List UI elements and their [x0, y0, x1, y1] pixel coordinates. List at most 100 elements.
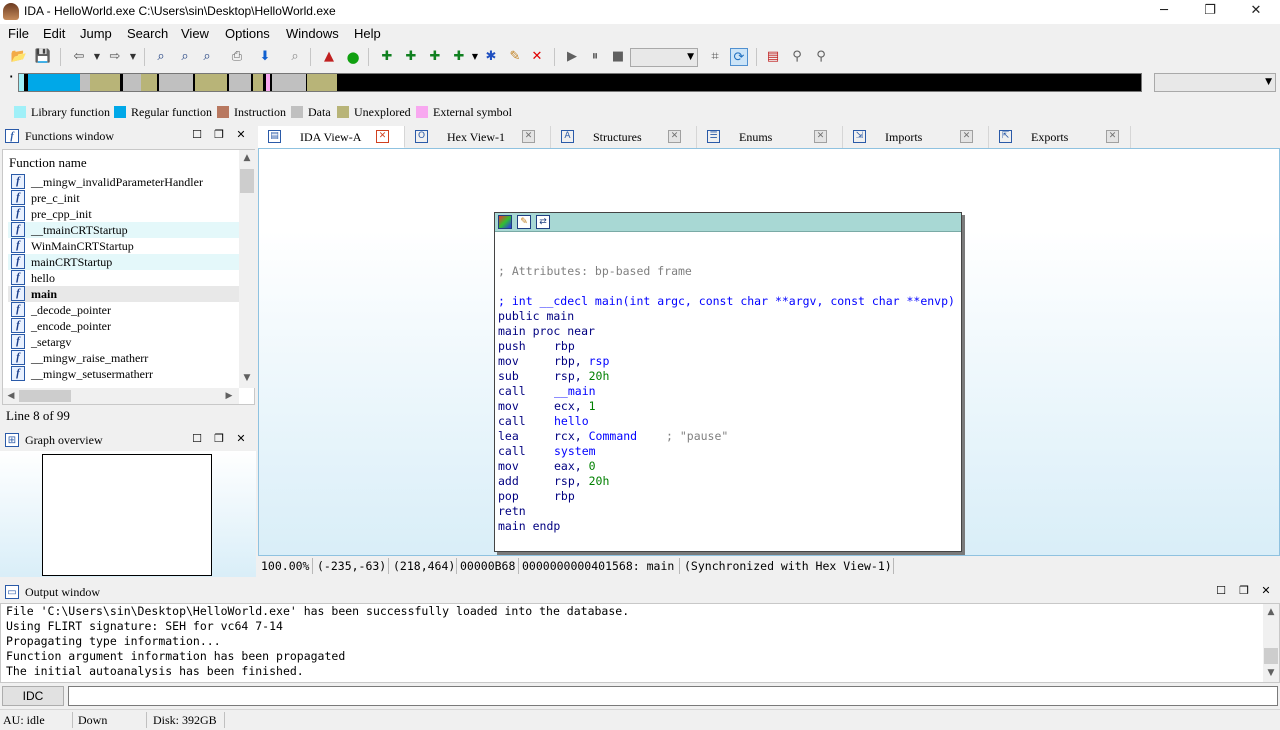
open-icon[interactable]: 📂 [10, 48, 28, 66]
scroll-thumb[interactable] [19, 390, 71, 402]
node-group-icon[interactable]: ⇄ [536, 215, 550, 229]
run-analysis-icon[interactable]: ● [344, 48, 362, 66]
output-vertical-scrollbar[interactable]: ▲ ▼ [1263, 604, 1279, 682]
edit-icon[interactable]: ✎ [506, 48, 524, 66]
jump-down-icon[interactable]: ⬇ [256, 48, 274, 66]
function-row[interactable]: f __mingw_raise_matherr [8, 350, 240, 366]
function-row[interactable]: f pre_cpp_init [8, 206, 240, 222]
close-panel-icon[interactable]: ✕ [234, 128, 248, 142]
close-tab-icon[interactable]: ✕ [376, 130, 389, 143]
maximize-panel-icon[interactable]: ☐ [1214, 584, 1228, 598]
breakpoint-list-icon[interactable]: ▤ [764, 48, 782, 66]
sync-icon[interactable]: ⟳ [730, 48, 748, 66]
scroll-down-icon[interactable]: ▼ [239, 373, 255, 383]
instruction-line[interactable]: pop rbp [495, 489, 955, 504]
instruction-line[interactable]: mov rbp, rsp [495, 354, 955, 369]
save-icon[interactable]: 💾 [34, 48, 52, 66]
function-row[interactable]: f mainCRTStartup [8, 254, 240, 270]
function-row[interactable]: f pre_c_init [8, 190, 240, 206]
flow-chart-icon[interactable]: ▲ [320, 48, 338, 66]
back-icon[interactable]: ⇦ [70, 48, 88, 66]
idc-language-button[interactable]: IDC [2, 686, 64, 706]
proc-directive[interactable]: main proc near [498, 324, 595, 339]
close-tab-icon[interactable]: ✕ [1106, 130, 1119, 143]
function-row[interactable]: f _decode_pointer [8, 302, 240, 318]
instruction-line[interactable]: mov ecx, 1 [495, 399, 955, 414]
function-signature[interactable]: ; int __cdecl main(int argc, const char … [498, 294, 955, 309]
function-row[interactable]: f _encode_pointer [8, 318, 240, 334]
restore-button[interactable]: ❐ [1187, 0, 1233, 24]
attach-process-icon[interactable]: ⌗ [706, 48, 724, 66]
maximize-panel-icon[interactable]: ☐ [190, 128, 204, 142]
endp-directive[interactable]: main endp [498, 519, 560, 534]
menu-view[interactable]: View [181, 26, 209, 41]
print-icon[interactable]: ⎙ [228, 48, 246, 66]
tab-structures[interactable]: A Structures ✕ [551, 126, 697, 148]
public-directive[interactable]: public main [498, 309, 574, 324]
float-panel-icon[interactable]: ❐ [212, 128, 226, 142]
function-row[interactable]: f __mingw_invalidParameterHandler [8, 174, 240, 190]
search-immediate-icon[interactable]: ⌕ [198, 48, 216, 66]
debug-pause-icon[interactable]: ⏸ [586, 48, 604, 66]
add-breakpoint-icon[interactable]: ⚲ [788, 48, 806, 66]
maximize-panel-icon[interactable]: ☐ [190, 432, 204, 446]
functions-vertical-scrollbar[interactable]: ▲ ▼ [239, 150, 255, 388]
menu-help[interactable]: Help [354, 26, 381, 41]
delete-icon[interactable]: ✕ [528, 48, 546, 66]
scroll-left-icon[interactable]: ◀ [3, 391, 19, 401]
instruction-line[interactable]: call hello [495, 414, 955, 429]
function-row[interactable]: f hello [8, 270, 240, 286]
close-tab-icon[interactable]: ✕ [668, 130, 681, 143]
float-panel-icon[interactable]: ❐ [1237, 584, 1251, 598]
scroll-right-icon[interactable]: ▶ [221, 391, 237, 401]
debug-stop-icon[interactable]: ■ [609, 48, 627, 66]
tab-exports[interactable]: ⇱ Exports ✕ [989, 126, 1131, 148]
find-disabled-icon[interactable]: ⌕ [286, 48, 304, 66]
instruction-line[interactable]: mov eax, 0 [495, 459, 955, 474]
minimize-button[interactable]: ─ [1141, 0, 1187, 24]
search-binary-icon[interactable]: ⌕ [152, 48, 170, 66]
close-tab-icon[interactable]: ✕ [960, 130, 973, 143]
instruction-line[interactable]: call __main [495, 384, 955, 399]
menu-file[interactable]: File [8, 26, 29, 41]
graph-overview-canvas[interactable] [0, 451, 256, 577]
create-string-icon[interactable]: ✚ [426, 48, 444, 66]
debugger-select[interactable]: ▼ [630, 48, 698, 67]
instruction-line[interactable]: push rbp [495, 339, 955, 354]
instruction-line[interactable]: call system [495, 444, 955, 459]
close-panel-icon[interactable]: ✕ [1259, 584, 1273, 598]
forward-dropdown-icon[interactable]: ▼ [124, 48, 142, 66]
back-dropdown-icon[interactable]: ▼ [88, 48, 106, 66]
functions-list[interactable]: Function name f __mingw_invalidParameterH… [2, 149, 255, 405]
tab-enums[interactable]: ☰ Enums ✕ [697, 126, 843, 148]
menu-windows[interactable]: Windows [286, 26, 339, 41]
scroll-thumb[interactable] [1264, 648, 1278, 664]
node-rename-icon[interactable]: ✎ [517, 215, 531, 229]
tab-imports[interactable]: ⇲ Imports ✕ [843, 126, 989, 148]
menu-jump[interactable]: Jump [80, 26, 112, 41]
function-name-column-header[interactable]: Function name [9, 155, 87, 171]
search-text-icon[interactable]: ⌕ [176, 48, 194, 66]
options-icon[interactable]: ✱ [482, 48, 500, 66]
command-input[interactable] [68, 686, 1278, 706]
instruction-line[interactable]: retn [495, 504, 955, 519]
create-struct-icon[interactable]: ✚ [402, 48, 420, 66]
node-color-icon[interactable] [498, 215, 512, 229]
function-row[interactable]: f main [8, 286, 240, 302]
instruction-line[interactable]: sub rsp, 20h [495, 369, 955, 384]
menu-options[interactable]: Options [225, 26, 270, 41]
function-row[interactable]: f __mingw_setusermatherr [8, 366, 240, 382]
instruction-line[interactable]: lea rcx, Command ; "pause" [495, 429, 955, 444]
close-button[interactable]: ✕ [1233, 0, 1279, 24]
graph-node-main[interactable]: ✎ ⇄ ; Attributes: bp-based frame ; int _… [494, 212, 962, 552]
scroll-up-icon[interactable]: ▲ [1263, 607, 1279, 617]
close-tab-icon[interactable]: ✕ [814, 130, 827, 143]
output-log[interactable]: File 'C:\Users\sin\Desktop\HelloWorld.ex… [0, 603, 1280, 683]
scroll-up-icon[interactable]: ▲ [239, 153, 255, 163]
create-function-icon[interactable]: ✚ [378, 48, 396, 66]
close-panel-icon[interactable]: ✕ [234, 432, 248, 446]
remove-breakpoint-icon[interactable]: ⚲ [812, 48, 830, 66]
scroll-down-icon[interactable]: ▼ [1263, 668, 1279, 678]
debug-start-icon[interactable]: ▶ [563, 48, 581, 66]
tab-hex-view-1[interactable]: O Hex View-1 ✕ [405, 126, 551, 148]
